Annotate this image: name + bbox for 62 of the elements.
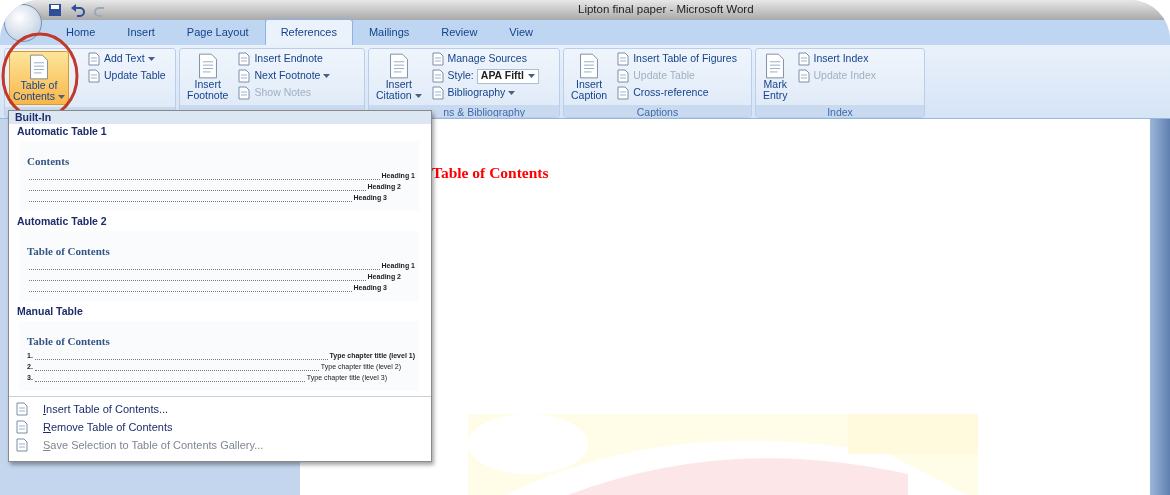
ribbon-tab[interactable]: Page Layout [170,18,265,45]
ribbon-button[interactable]: Insert Caption [568,51,611,104]
ribbon-button[interactable]: Insert Table of Figures [616,51,737,67]
ribbon-tab[interactable]: Home [50,18,112,45]
ribbon-button[interactable]: Cross-reference [616,85,737,101]
ribbon-button[interactable]: Table of Contents [9,51,69,106]
page-icon [616,86,631,100]
page-icon [15,420,29,434]
page-icon [86,69,101,83]
page-icon [86,52,101,66]
document-icon [196,53,219,79]
document-icon [387,53,410,79]
caret-icon [57,95,65,100]
page-icon [237,69,252,83]
save-icon[interactable] [48,3,62,17]
caret-icon [527,74,535,78]
ribbon-button[interactable]: Insert Citation [373,51,425,104]
caret-icon [147,57,155,61]
ribbon-tab[interactable]: View [493,18,549,45]
ribbon-button[interactable]: Next Footnote [237,68,331,84]
ribbon-button[interactable]: Insert Index [796,51,876,67]
ribbon-button[interactable]: Update Table [86,68,166,84]
caret-icon [323,74,331,78]
page-icon [430,52,445,66]
page-icon [796,52,811,66]
ribbon-tab[interactable]: Insert [111,18,171,45]
page-icon [430,86,445,100]
group-label: Index [756,105,924,117]
section-title: Automatic Table 2 [16,214,108,229]
document-heading: Table of Contents [432,163,550,183]
ribbon-button[interactable]: Bibliography [430,85,539,101]
ribbon-tab[interactable]: Mailings [352,18,426,45]
page-icon [15,402,29,416]
ribbon-tab[interactable]: Review [425,18,494,45]
menu-item[interactable]: Insert Table of Contents... [9,400,431,418]
caret-icon [414,94,422,99]
page-icon [796,69,811,83]
document-icon [578,53,601,79]
ribbon-button[interactable]: Add Text [86,51,166,67]
ribbon-tab[interactable]: References [264,18,353,45]
document-icon [27,54,50,80]
menu-item[interactable]: Remove Table of Contents [9,418,431,436]
section-title: Manual Table [16,304,84,319]
undo-icon[interactable] [70,3,86,17]
window-title: Lipton final paper - Microsoft Word [578,2,754,18]
page-icon [237,86,252,100]
preview-heading: Table of Contents [27,244,111,259]
menu-header: Built-In [9,111,431,124]
page-icon [430,69,445,83]
page-icon [15,438,29,452]
caret-icon [508,91,516,95]
ribbon-button[interactable]: Manage Sources [430,51,539,67]
preview-heading: Table of Contents [27,334,111,349]
ribbon-button[interactable]: Insert Footnote [184,51,232,104]
page-icon [237,52,252,66]
page-icon [616,69,631,83]
ribbon-button[interactable]: Mark Entry [760,51,791,104]
section-title: Automatic Table 1 [16,124,108,139]
page-icon [616,52,631,66]
document-icon [764,53,787,79]
preview-heading: Contents [27,154,71,169]
ribbon-button[interactable]: Insert Endnote [237,51,331,67]
